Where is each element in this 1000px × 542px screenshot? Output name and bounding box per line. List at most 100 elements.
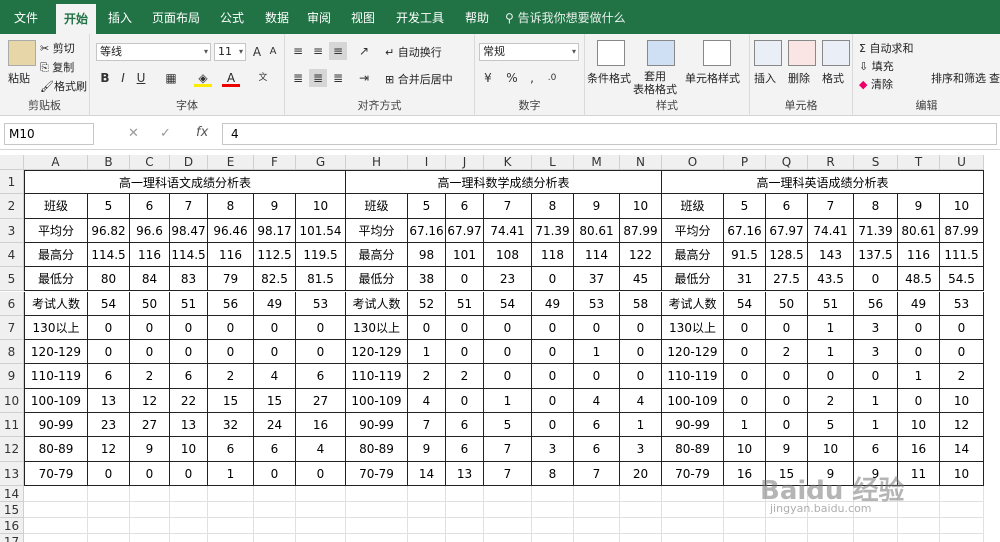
table-cell[interactable]: 0	[766, 315, 808, 341]
table-cell[interactable]: 90-99	[346, 413, 408, 438]
tab-3[interactable]: 页面布局	[145, 0, 207, 34]
table-cell[interactable]: 96.6	[130, 218, 170, 243]
empty-cell[interactable]	[854, 517, 898, 534]
table-cell[interactable]: 0	[532, 267, 574, 292]
table-cell[interactable]: 12	[88, 437, 130, 462]
table-cell[interactable]: 0	[446, 315, 484, 341]
table-cell[interactable]: 80.61	[574, 218, 620, 243]
table-cell[interactable]: 14	[408, 461, 446, 486]
clear-button[interactable]: ◆ 清除	[859, 76, 893, 92]
table-cell[interactable]: 13	[170, 413, 208, 438]
empty-cell[interactable]	[940, 485, 984, 502]
table-cell[interactable]: 51	[170, 291, 208, 316]
table-cell[interactable]: 81.5	[296, 267, 346, 292]
table-cell[interactable]: 80-89	[662, 437, 724, 462]
column-header[interactable]: S	[854, 155, 898, 170]
select-all-corner[interactable]	[0, 155, 24, 170]
table-cell[interactable]: 96.46	[208, 218, 254, 243]
table-cell[interactable]: 114.5	[170, 242, 208, 268]
empty-cell[interactable]	[940, 517, 984, 534]
table-cell[interactable]: 23	[484, 267, 532, 292]
table-cell[interactable]: 54	[88, 291, 130, 316]
font-name-select[interactable]: 等线 ▾	[96, 43, 211, 61]
table-cell[interactable]: 0	[408, 315, 446, 341]
table-cell[interactable]: 7	[408, 413, 446, 438]
table-cell[interactable]: 91.5	[724, 242, 766, 268]
table-cell[interactable]: 49	[532, 291, 574, 316]
table-cell[interactable]: 7	[484, 194, 532, 219]
empty-cell[interactable]	[346, 533, 408, 542]
format-painter-button[interactable]: 🖌格式刷	[40, 78, 87, 94]
empty-cell[interactable]	[254, 533, 296, 542]
empty-cell[interactable]	[532, 533, 574, 542]
column-header[interactable]: Q	[766, 155, 808, 170]
table-cell[interactable]: 2	[446, 364, 484, 389]
table-cell[interactable]: 8	[854, 194, 898, 219]
table-cell[interactable]: 0	[620, 364, 662, 389]
paste-icon[interactable]	[8, 40, 36, 66]
table-cell[interactable]: 0	[724, 340, 766, 365]
table-cell[interactable]: 74.41	[484, 218, 532, 243]
empty-cell[interactable]	[254, 501, 296, 518]
empty-cell[interactable]	[346, 485, 408, 502]
table-cell[interactable]: 101	[446, 242, 484, 268]
table-cell[interactable]: 10	[898, 413, 940, 438]
table-cell[interactable]: 7	[484, 437, 532, 462]
table-cell[interactable]: 0	[170, 461, 208, 486]
row-header[interactable]: 16	[0, 517, 24, 534]
table-cell[interactable]: 122	[620, 242, 662, 268]
table-cell[interactable]: 114	[574, 242, 620, 268]
column-header[interactable]: I	[408, 155, 446, 170]
format-button[interactable]: 格式	[822, 70, 844, 86]
table-cell[interactable]: 67.97	[446, 218, 484, 243]
table-cell[interactable]: 平均分	[24, 218, 88, 243]
empty-cell[interactable]	[346, 501, 408, 518]
table-cell[interactable]: 0	[724, 364, 766, 389]
table-cell[interactable]: 116	[898, 242, 940, 268]
table-cell[interactable]: 最高分	[24, 242, 88, 268]
table-cell[interactable]: 31	[724, 267, 766, 292]
delete-icon[interactable]	[788, 40, 816, 66]
tab-8[interactable]: 开发工具	[390, 0, 450, 34]
table-cell[interactable]: 平均分	[662, 218, 724, 243]
column-header[interactable]: P	[724, 155, 766, 170]
table-cell[interactable]: 48.5	[898, 267, 940, 292]
table-cell[interactable]: 130以上	[662, 315, 724, 341]
decimal-icon[interactable]: .0	[543, 69, 561, 87]
table-cell[interactable]: 1	[574, 340, 620, 365]
table-cell[interactable]: 80-89	[346, 437, 408, 462]
tab-6[interactable]: 审阅	[302, 0, 336, 34]
table-cell[interactable]: 14	[940, 437, 984, 462]
table-cell[interactable]: 9	[254, 194, 296, 219]
table-cell[interactable]: 0	[724, 388, 766, 413]
table-cell[interactable]: 0	[484, 364, 532, 389]
orientation-icon[interactable]: ↗	[355, 42, 373, 60]
tab-1[interactable]: 开始	[56, 4, 96, 38]
table-cell[interactable]: 74.41	[808, 218, 854, 243]
table-cell[interactable]: 10	[940, 461, 984, 486]
table-cell[interactable]: 100-109	[346, 388, 408, 413]
row-header[interactable]: 4	[0, 242, 24, 268]
table-cell[interactable]: 0	[724, 315, 766, 341]
table-cell[interactable]: 0	[88, 461, 130, 486]
table-cell[interactable]: 0	[296, 461, 346, 486]
row-header[interactable]: 15	[0, 501, 24, 518]
table-cell[interactable]: 10	[808, 437, 854, 462]
empty-cell[interactable]	[254, 485, 296, 502]
table-cell[interactable]: 0	[766, 388, 808, 413]
column-header[interactable]: J	[446, 155, 484, 170]
empty-cell[interactable]	[88, 533, 130, 542]
table-cell[interactable]: 16	[296, 413, 346, 438]
table-cell[interactable]: 10	[170, 437, 208, 462]
empty-cell[interactable]	[620, 485, 662, 502]
table-cell[interactable]: 班级	[24, 194, 88, 219]
table-cell[interactable]: 0	[254, 315, 296, 341]
table-cell[interactable]: 110-119	[662, 364, 724, 389]
table-cell[interactable]: 0	[446, 340, 484, 365]
empty-cell[interactable]	[170, 501, 208, 518]
table-cell[interactable]: 54	[484, 291, 532, 316]
table-cell[interactable]: 1	[208, 461, 254, 486]
table-cell[interactable]: 80-89	[24, 437, 88, 462]
table-cell[interactable]: 考试人数	[662, 291, 724, 316]
number-format-select[interactable]: 常规 ▾	[479, 43, 579, 61]
